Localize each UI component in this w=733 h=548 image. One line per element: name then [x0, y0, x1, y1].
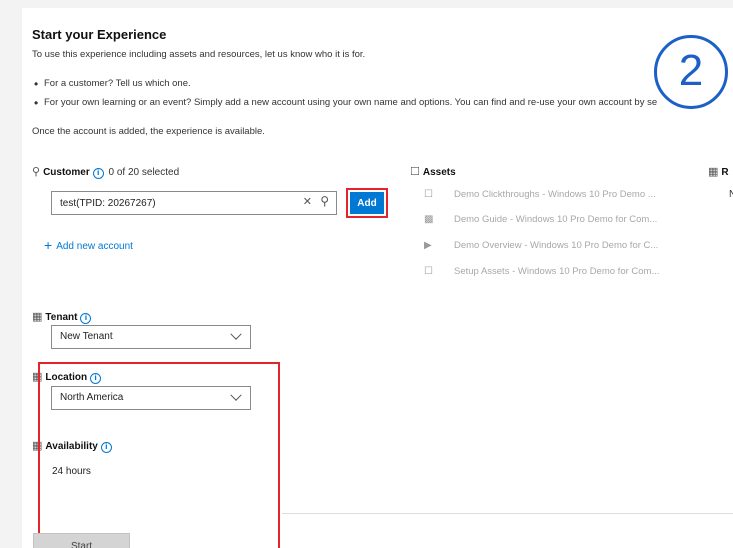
video-icon: ▶ — [424, 240, 432, 251]
customer-selected-count: 0 of 20 selected — [108, 167, 180, 178]
file-icon: ☐ — [424, 266, 433, 277]
chevron-down-icon — [230, 328, 242, 340]
tenant-icon: ▦ — [32, 311, 43, 323]
availability-info-icon[interactable]: i — [100, 442, 112, 453]
start-button[interactable]: Start — [33, 533, 130, 548]
location-label: Location — [45, 372, 88, 383]
availability-value: 24 hours — [52, 466, 91, 477]
search-icon[interactable]: ⚲ — [320, 194, 329, 208]
chevron-down-icon — [230, 389, 242, 401]
resources-value: N — [729, 189, 733, 200]
tenant-header: ▦ Tenant i — [32, 310, 93, 324]
add-new-account-label: Add new account — [56, 241, 133, 252]
tenant-label: Tenant — [45, 312, 78, 323]
file-icon: ☐ — [424, 189, 433, 200]
footer-divider — [282, 513, 733, 514]
customer-search-box: ✕ ⚲ — [51, 191, 337, 215]
word-doc-icon: ▩ — [424, 214, 434, 225]
page-title: Start your Experience — [32, 27, 167, 42]
location-value: North America — [60, 392, 124, 403]
asset-item[interactable]: ☐ Demo Clickthroughs - Windows 10 Pro Dem… — [424, 189, 656, 200]
asset-item[interactable]: ☐ Setup Assets - Windows 10 Pro Demo for … — [424, 266, 659, 277]
assets-header: ☐ Assets — [410, 165, 456, 178]
clear-icon[interactable]: ✕ — [303, 195, 312, 208]
tenant-info-icon[interactable]: i — [80, 313, 92, 324]
add-new-account-link[interactable]: + Add new account — [44, 237, 133, 253]
plus-icon: + — [44, 237, 53, 253]
assets-label: Assets — [422, 167, 456, 178]
document-icon: ☐ — [410, 166, 420, 178]
customer-search-input[interactable] — [60, 195, 290, 211]
asset-item[interactable]: ▶ Demo Overview - Windows 10 Pro Demo for… — [424, 240, 658, 251]
resources-header: ▦ R — [708, 166, 729, 178]
location-info-icon[interactable]: i — [90, 373, 102, 384]
customer-info-icon[interactable]: i — [92, 168, 104, 179]
tenant-dropdown[interactable]: New Tenant — [51, 325, 251, 349]
bullet-customer: For a customer? Tell us which one. — [34, 77, 191, 91]
add-button-label: Add — [350, 192, 384, 214]
bullet-own-account: For your own learning or an event? Simpl… — [34, 96, 657, 110]
availability-note: Once the account is added, the experienc… — [32, 126, 265, 137]
location-dropdown[interactable]: North America — [51, 386, 251, 410]
add-customer-button[interactable]: Add — [346, 188, 388, 218]
customer-header: ⚲ Customer i 0 of 20 selected — [32, 165, 179, 179]
asset-item[interactable]: ▩ Demo Guide - Windows 10 Pro Demo for Co… — [424, 214, 657, 225]
experience-panel: Start your Experience To use this experi… — [22, 8, 733, 548]
intro-text: To use this experience including assets … — [32, 49, 366, 60]
customer-label: Customer — [43, 167, 90, 178]
resources-icon: ▦ — [708, 166, 719, 178]
availability-header: ▦ Availability i — [32, 439, 114, 453]
step-marker: 2 — [654, 35, 728, 109]
tenant-value: New Tenant — [60, 331, 113, 342]
customer-icon: ⚲ — [32, 166, 41, 178]
location-header: ▦ Location i — [32, 370, 103, 384]
availability-icon: ▦ — [32, 440, 43, 452]
location-icon: ▦ — [32, 371, 43, 383]
availability-label: Availability — [45, 441, 98, 452]
